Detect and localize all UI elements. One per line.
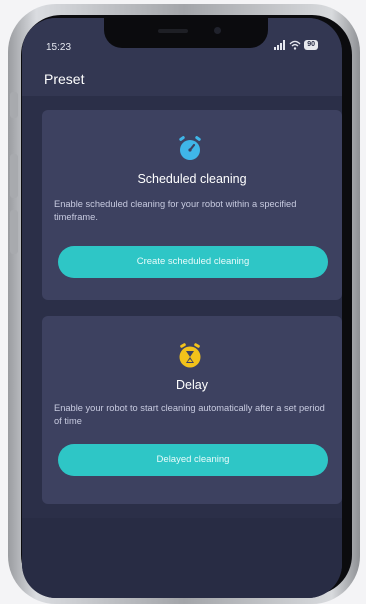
delay-card: Delay Enable your robot to start cleanin…: [42, 316, 342, 504]
earpiece-speaker: [158, 29, 188, 33]
bottom-area: [22, 518, 342, 598]
wifi-icon: [289, 40, 301, 50]
front-camera: [214, 27, 221, 34]
notch: [104, 18, 268, 48]
delay-title: Delay: [176, 378, 208, 392]
volume-down-button: [10, 210, 18, 254]
page-title: Preset: [44, 71, 85, 87]
status-icons: 90: [274, 40, 318, 50]
hourglass-timer-icon: [179, 343, 201, 368]
scheduled-cleaning-title: Scheduled cleaning: [137, 172, 247, 186]
scheduled-cleaning-card: Scheduled cleaning Enable scheduled clea…: [42, 110, 342, 300]
mute-switch: [10, 92, 18, 118]
delayed-cleaning-button[interactable]: Delayed cleaning: [58, 444, 328, 476]
status-time: 15:23: [46, 42, 72, 53]
status-bar: 15:23 90: [22, 18, 342, 54]
app-screen: Preset 15:23 90 Scheduled cleaning Enabl…: [22, 18, 342, 598]
signal-icon: [274, 40, 286, 50]
alarm-clock-icon: [179, 136, 201, 160]
scheduled-cleaning-description: Enable scheduled cleaning for your robot…: [54, 199, 297, 222]
delay-description: Enable your robot to start cleaning auto…: [54, 403, 325, 426]
volume-up-button: [10, 154, 18, 198]
create-scheduled-cleaning-button[interactable]: Create scheduled cleaning: [58, 246, 328, 278]
battery-icon: 90: [304, 40, 318, 50]
